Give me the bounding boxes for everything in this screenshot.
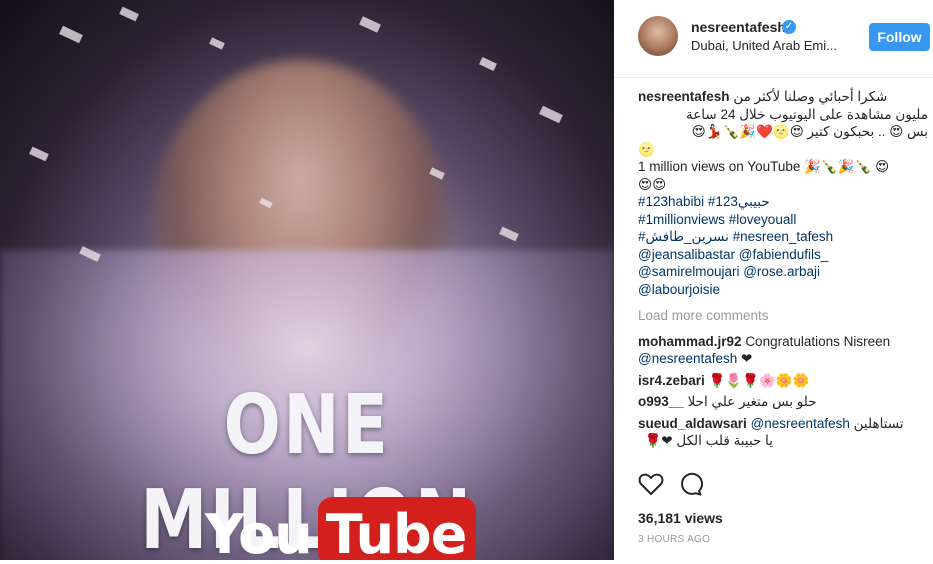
caption-line-2: مليون مشاهدة على اليوتيوب خلال 24 ساعة xyxy=(686,106,928,122)
verified-badge-icon: ✓ xyxy=(782,20,796,34)
location-link[interactable]: Dubai, United Arab Emi... xyxy=(691,38,837,53)
youtube-logo-tube: Tube xyxy=(317,497,477,560)
confetti xyxy=(479,56,497,72)
comment-text-line-2: يا حبيبة قلب الكل ❤🌹 xyxy=(644,433,773,448)
comment-text: 🌹🌷🌹🌸🌼🌼 xyxy=(708,372,810,388)
caption-line-3: بس 😍 .. بحبكون كتير 😍🌝❤️🎉🍾💃🏻😍 xyxy=(691,124,928,139)
caption-line-6: 😍😍 xyxy=(638,176,667,192)
comment-item: mohammad.jr92 Congratulations Nisreen @n… xyxy=(638,333,928,368)
comment-item: sueud_aldawsari @nesreentafesh تستاهلين … xyxy=(638,415,928,450)
heart-icon xyxy=(638,473,664,495)
post-media-video[interactable]: ONE MILLION You Tube xyxy=(0,0,614,560)
post-timestamp[interactable]: 3 HOURS AGO xyxy=(638,534,710,545)
confetti xyxy=(59,25,83,44)
caption-mentions-2[interactable]: @samirelmoujari @rose.arbaji xyxy=(638,263,928,281)
confetti xyxy=(209,37,225,50)
post-actions xyxy=(638,472,704,500)
caption-line-4: 🌝 xyxy=(638,141,655,157)
comment-username-link[interactable]: o993__ xyxy=(638,394,684,409)
comment-item: o993__ حلو بس متغير علي احلا xyxy=(638,393,928,411)
caption-mentions-3[interactable]: @labourjoisie xyxy=(638,281,928,299)
confetti xyxy=(119,6,139,22)
youtube-logo: You Tube xyxy=(205,497,477,560)
caption-hashtags-2[interactable]: #1millionviews #loveyouall xyxy=(638,211,928,229)
post-header: nesreentafesh ✓ Dubai, United Arab Emi..… xyxy=(614,0,933,78)
confetti xyxy=(539,105,563,124)
caption-line-1: شكرا أحبائي وصلنا لأكثر من xyxy=(733,89,888,104)
header-username-link[interactable]: nesreentafesh xyxy=(691,19,786,35)
comment-username-link[interactable]: mohammad.jr92 xyxy=(638,334,742,349)
confetti xyxy=(359,16,381,33)
comment-text: حلو بس متغير علي احلا xyxy=(687,394,817,409)
comment-text: تستاهلين xyxy=(853,415,904,431)
confetti xyxy=(29,146,49,162)
comment-username-link[interactable]: isr4.zebari xyxy=(638,373,705,388)
avatar[interactable] xyxy=(638,16,678,56)
comments-list: nesreentafesh شكرا أحبائي وصلنا لأكثر من… xyxy=(638,88,928,450)
like-button[interactable] xyxy=(638,472,664,500)
view-count[interactable]: 36,181 views xyxy=(638,510,723,526)
youtube-logo-you: You xyxy=(205,503,313,560)
caption-hashtags-1[interactable]: #123habibi #حبيبي123 xyxy=(638,193,928,211)
comment-mention-link[interactable]: @nesreentafesh xyxy=(638,351,737,366)
confetti xyxy=(499,226,519,242)
comment-icon xyxy=(681,472,704,496)
post-side-panel: nesreentafesh ✓ Dubai, United Arab Emi..… xyxy=(614,0,933,564)
comment-button[interactable] xyxy=(678,472,704,500)
load-more-comments-button[interactable]: Load more comments xyxy=(638,307,928,325)
caption: nesreentafesh شكرا أحبائي وصلنا لأكثر من… xyxy=(638,88,928,298)
caption-line-5: 1 million views on YouTube 🎉🍾🎉🍾 😍 xyxy=(638,159,890,174)
follow-button[interactable]: Follow xyxy=(869,23,930,51)
comment-username-link[interactable]: sueud_aldawsari xyxy=(638,416,747,431)
comment-item: isr4.zebari 🌹🌷🌹🌸🌼🌼 xyxy=(638,372,928,390)
caption-mentions-1[interactable]: @jeansalibastar @fabiendufils_ xyxy=(638,246,928,264)
comment-text: Congratulations Nisreen xyxy=(745,333,891,349)
caption-username-link[interactable]: nesreentafesh xyxy=(638,89,730,104)
comment-text-after: ❤ xyxy=(741,351,753,366)
comment-mention-link[interactable]: @nesreentafesh xyxy=(751,416,850,431)
caption-hashtags-3[interactable]: #نسرين_طافش #nesreen_tafesh xyxy=(638,228,928,246)
